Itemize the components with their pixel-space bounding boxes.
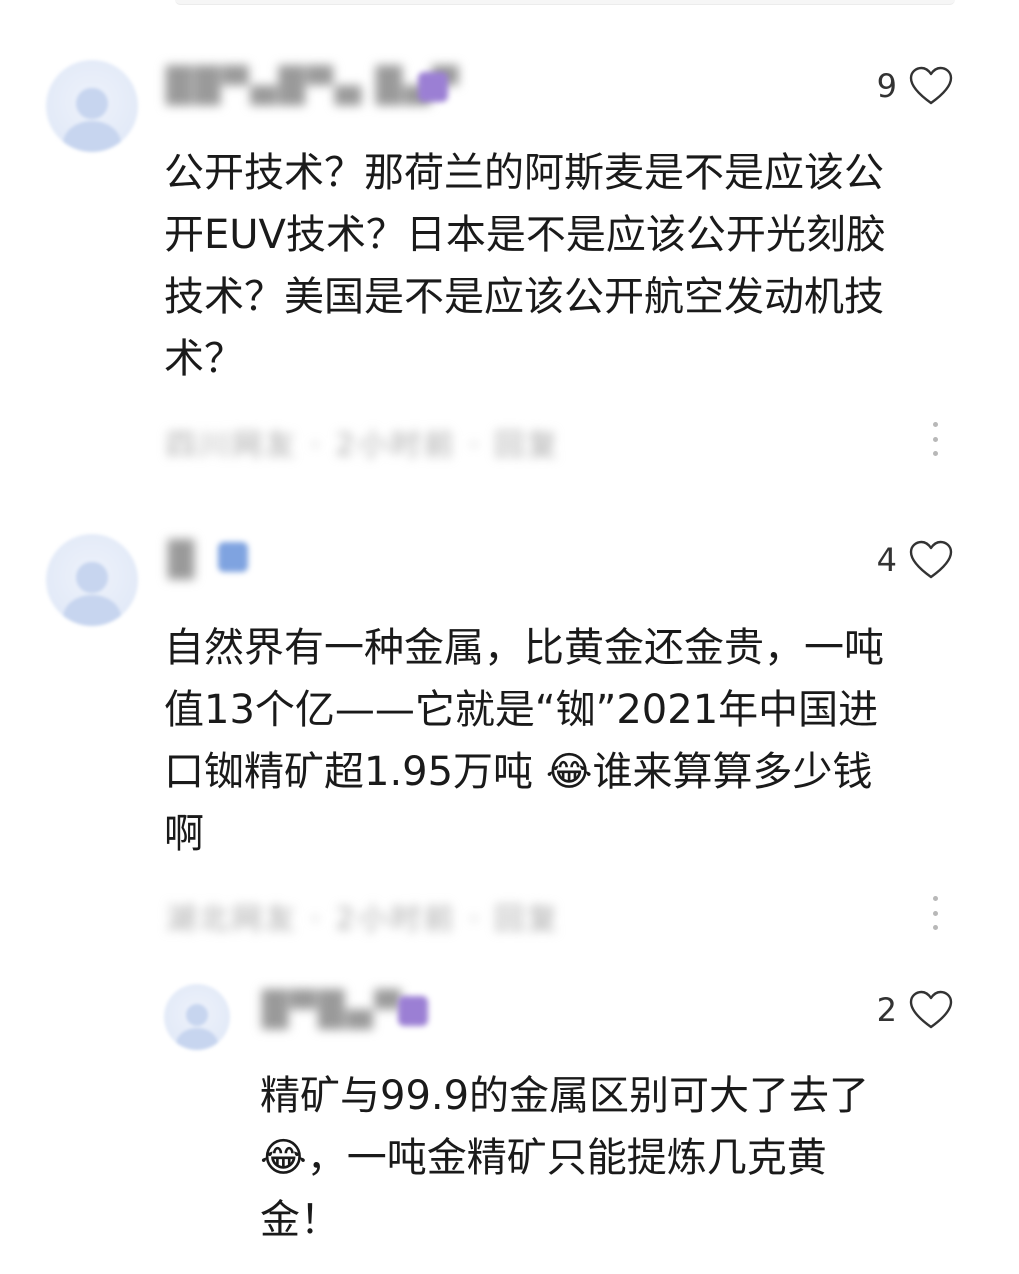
avatar[interactable]: [164, 984, 230, 1050]
user-badge-icon: [418, 72, 448, 102]
comment-text: 公开技术？那荷兰的阿斯麦是不是应该公开EUV技术？日本是不是应该公开光刻胶技术？…: [164, 150, 886, 382]
like-button[interactable]: 9: [877, 66, 953, 106]
username[interactable]: ██▀▄█▀▄ █▄▀: [166, 66, 460, 106]
username[interactable]: █: [168, 540, 196, 580]
more-icon[interactable]: [931, 896, 939, 930]
comment-text: 自然界有一种金属，比黄金还金贵，一吨值13个亿——它就是“铷”2021年中国进口…: [164, 625, 884, 857]
like-count: 4: [876, 541, 897, 579]
comment-meta[interactable]: 湖北网友 · 2小时前 · 回复: [166, 894, 560, 938]
comment-meta[interactable]: 四川网友 · 2小时前 · 回复: [166, 420, 560, 464]
user-badge-icon: [398, 996, 428, 1026]
heart-icon: [909, 66, 953, 105]
like-count: 9: [876, 67, 897, 105]
username[interactable]: █▀█▄▀: [262, 990, 403, 1030]
previous-comment-edge: [175, 0, 955, 5]
heart-icon: [909, 540, 953, 579]
reply-text: 精矿与99.9的金属区别可大了去了😂，一吨金精矿只能提炼几克黄金！: [260, 1073, 870, 1243]
like-count: 2: [876, 991, 897, 1029]
avatar[interactable]: [46, 534, 138, 626]
heart-icon: [909, 990, 953, 1029]
more-icon[interactable]: [931, 422, 939, 456]
user-badge-icon: [218, 542, 248, 572]
avatar[interactable]: [46, 60, 138, 152]
like-button[interactable]: 2: [877, 990, 953, 1030]
like-button[interactable]: 4: [877, 540, 953, 580]
